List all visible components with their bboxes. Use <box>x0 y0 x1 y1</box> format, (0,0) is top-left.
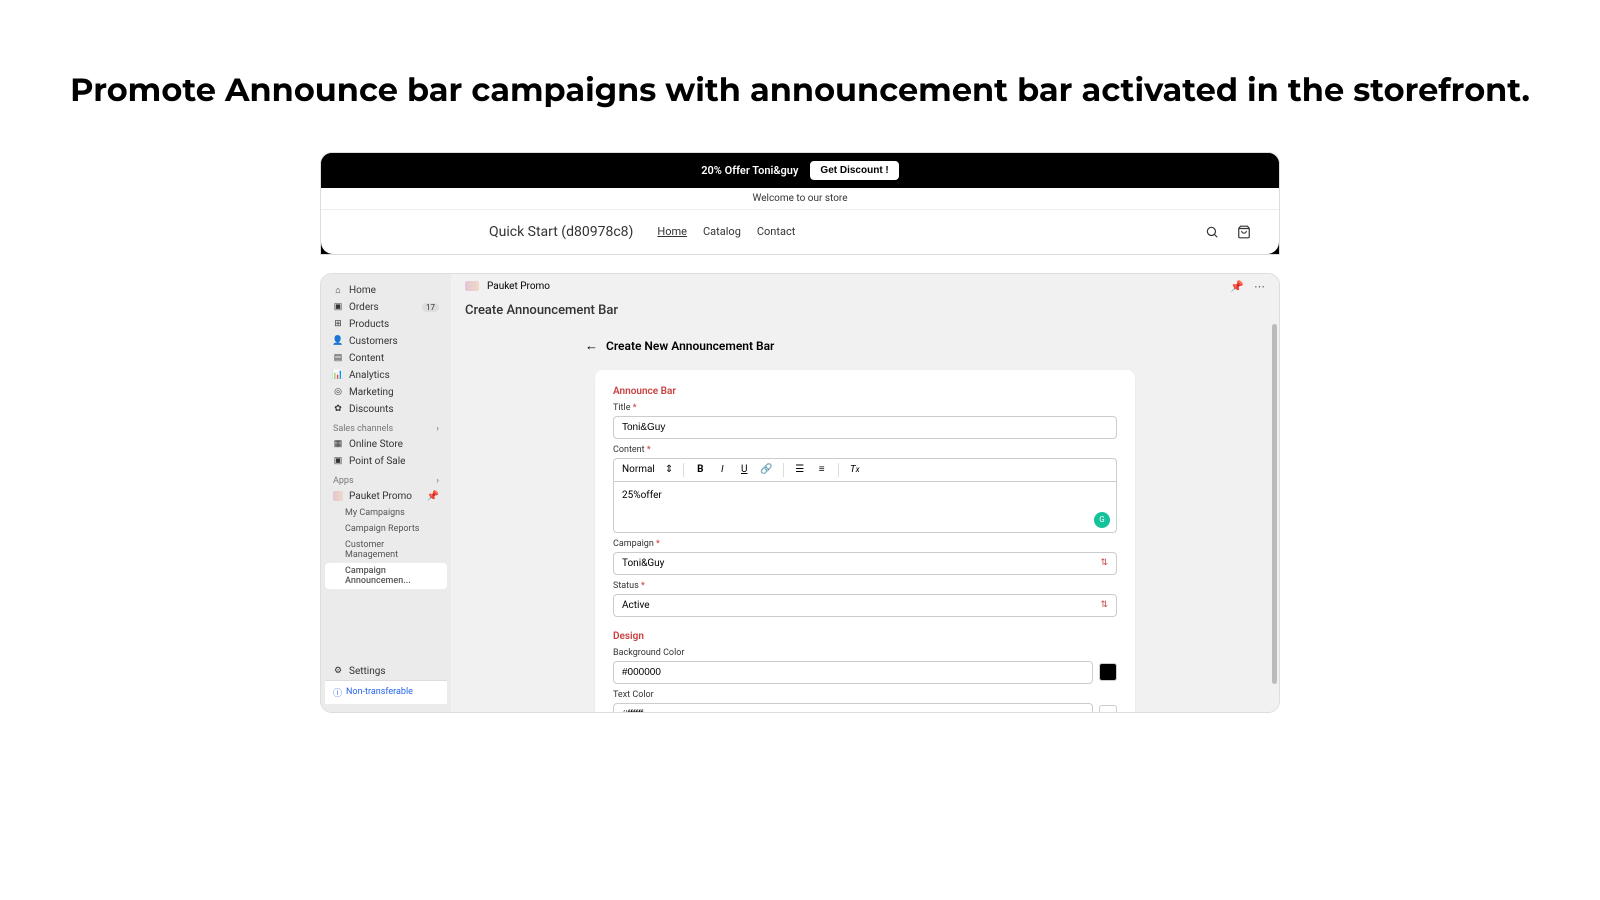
bg-color-input[interactable] <box>613 661 1093 684</box>
apps-section: Apps› <box>325 470 447 488</box>
italic-button[interactable]: I <box>716 464 728 475</box>
welcome-strip: Welcome to our store <box>321 188 1279 210</box>
nav-catalog[interactable]: Catalog <box>703 225 741 238</box>
campaign-label: Campaign * <box>613 539 1117 549</box>
announcement-form: Announce Bar Title * Content * Normal ⇕ … <box>595 370 1135 712</box>
home-icon: ⌂ <box>333 285 343 295</box>
text-color-label: Text Color <box>613 690 1117 700</box>
app-logo-icon <box>465 281 479 291</box>
pin-icon[interactable]: 📌 <box>427 491 439 502</box>
non-transferable-notice[interactable]: ⓘNon-transferable <box>325 680 447 704</box>
sidebar-campaign-announcement[interactable]: Campaign Announcemen... <box>325 563 447 589</box>
text-color-input[interactable] <box>613 703 1093 712</box>
sidebar-content[interactable]: ▤Content <box>325 350 447 367</box>
scrollbar-thumb[interactable] <box>1272 324 1277 684</box>
sidebar-marketing[interactable]: ◎Marketing <box>325 384 447 401</box>
more-icon[interactable]: ⋯ <box>1254 280 1265 293</box>
status-select[interactable]: Active⇅ <box>613 594 1117 617</box>
text-color-swatch[interactable] <box>1099 705 1117 712</box>
store-icon: ▦ <box>333 439 343 449</box>
title-input[interactable] <box>613 416 1117 439</box>
products-icon: ⊞ <box>333 319 343 329</box>
sidebar-discounts[interactable]: ✿Discounts <box>325 401 447 418</box>
sidebar-products[interactable]: ⊞Products <box>325 316 447 333</box>
content-section: ← Create New Announcement Bar Announce B… <box>451 330 1279 712</box>
editor-toolbar: Normal ⇕ B I U 🔗 ☰ ≡ Tx <box>613 458 1117 481</box>
info-icon: ⓘ <box>333 686 342 699</box>
format-caret-icon[interactable]: ⇕ <box>665 464 673 475</box>
discounts-icon: ✿ <box>333 404 343 414</box>
page-title: Create Announcement Bar <box>451 299 1279 330</box>
announcement-bar: 20% Offer Toni&guy Get Discount ! <box>321 153 1279 188</box>
pin-icon[interactable]: 📌 <box>1230 280 1244 293</box>
bg-color-label: Background Color <box>613 648 1117 658</box>
sidebar-customers[interactable]: 👤Customers <box>325 333 447 350</box>
back-arrow-icon[interactable]: ← <box>585 338 598 354</box>
store-header: Quick Start (d80978c8) Home Catalog Cont… <box>321 210 1279 254</box>
numbered-list-button[interactable]: ≡ <box>816 464 828 475</box>
gear-icon: ⚙ <box>333 666 343 676</box>
chevron-right-icon[interactable]: › <box>436 424 439 434</box>
storefront-preview: 20% Offer Toni&guy Get Discount ! Welcom… <box>320 152 1280 255</box>
bullet-list-button[interactable]: ☰ <box>794 464 806 475</box>
format-select[interactable]: Normal <box>622 464 655 475</box>
store-name: Quick Start (d80978c8) <box>489 224 633 240</box>
orders-icon: ▣ <box>333 302 343 312</box>
sidebar-settings[interactable]: ⚙Settings <box>325 663 447 680</box>
link-button[interactable]: 🔗 <box>760 464 772 475</box>
app-header: Pauket Promo 📌 ⋯ <box>451 274 1279 299</box>
get-discount-button[interactable]: Get Discount ! <box>810 161 898 180</box>
sidebar-orders[interactable]: ▣Orders17 <box>325 299 447 316</box>
title-label: Title * <box>613 403 1117 413</box>
hero-title: Promote Announce bar campaigns with anno… <box>0 0 1600 152</box>
sidebar-pauket[interactable]: Pauket Promo📌 <box>325 488 447 505</box>
sales-channels-section: Sales channels› <box>325 418 447 436</box>
sidebar-my-campaigns[interactable]: My Campaigns <box>325 505 447 521</box>
content-icon: ▤ <box>333 353 343 363</box>
pauket-icon <box>333 491 343 501</box>
main-area: Pauket Promo 📌 ⋯ Create Announcement Bar… <box>451 274 1279 712</box>
bold-button[interactable]: B <box>694 464 706 475</box>
grammarly-icon[interactable]: G <box>1094 512 1110 528</box>
pos-icon: ▣ <box>333 456 343 466</box>
analytics-icon: 📊 <box>333 370 343 380</box>
sidebar-reports[interactable]: Campaign Reports <box>325 521 447 537</box>
nav-home[interactable]: Home <box>657 225 687 238</box>
clear-format-button[interactable]: Tx <box>849 464 861 475</box>
store-nav: Home Catalog Contact <box>657 225 795 238</box>
section-title: Create New Announcement Bar <box>606 339 774 353</box>
cart-icon[interactable] <box>1237 225 1251 239</box>
app-name: Pauket Promo <box>487 281 550 292</box>
sidebar-cust-mgmt[interactable]: Customer Management <box>325 537 447 563</box>
status-label: Status * <box>613 581 1117 591</box>
announce-section-label: Announce Bar <box>613 386 1117 397</box>
announce-text: 20% Offer Toni&guy <box>701 164 798 177</box>
nav-contact[interactable]: Contact <box>757 225 795 238</box>
content-label: Content * <box>613 445 1117 455</box>
sidebar-home[interactable]: ⌂Home <box>325 282 447 299</box>
select-caret-icon: ⇅ <box>1100 601 1108 610</box>
sidebar-online-store[interactable]: ▦Online Store <box>325 436 447 453</box>
chevron-right-icon[interactable]: › <box>436 476 439 486</box>
content-editor[interactable]: 25%offer G <box>613 481 1117 533</box>
sidebar-pos[interactable]: ▣Point of Sale <box>325 453 447 470</box>
search-icon[interactable] <box>1205 225 1219 239</box>
sidebar-analytics[interactable]: 📊Analytics <box>325 367 447 384</box>
campaign-select[interactable]: Toni&Guy⇅ <box>613 552 1117 575</box>
underline-button[interactable]: U <box>738 464 750 475</box>
bg-color-swatch[interactable] <box>1099 663 1117 681</box>
customers-icon: 👤 <box>333 336 343 346</box>
orders-badge: 17 <box>422 303 439 312</box>
marketing-icon: ◎ <box>333 387 343 397</box>
sidebar: ⌂Home ▣Orders17 ⊞Products 👤Customers ▤Co… <box>321 274 451 712</box>
admin-panel: ⌂Home ▣Orders17 ⊞Products 👤Customers ▤Co… <box>320 273 1280 713</box>
design-section-label: Design <box>613 631 1117 642</box>
select-caret-icon: ⇅ <box>1100 559 1108 568</box>
